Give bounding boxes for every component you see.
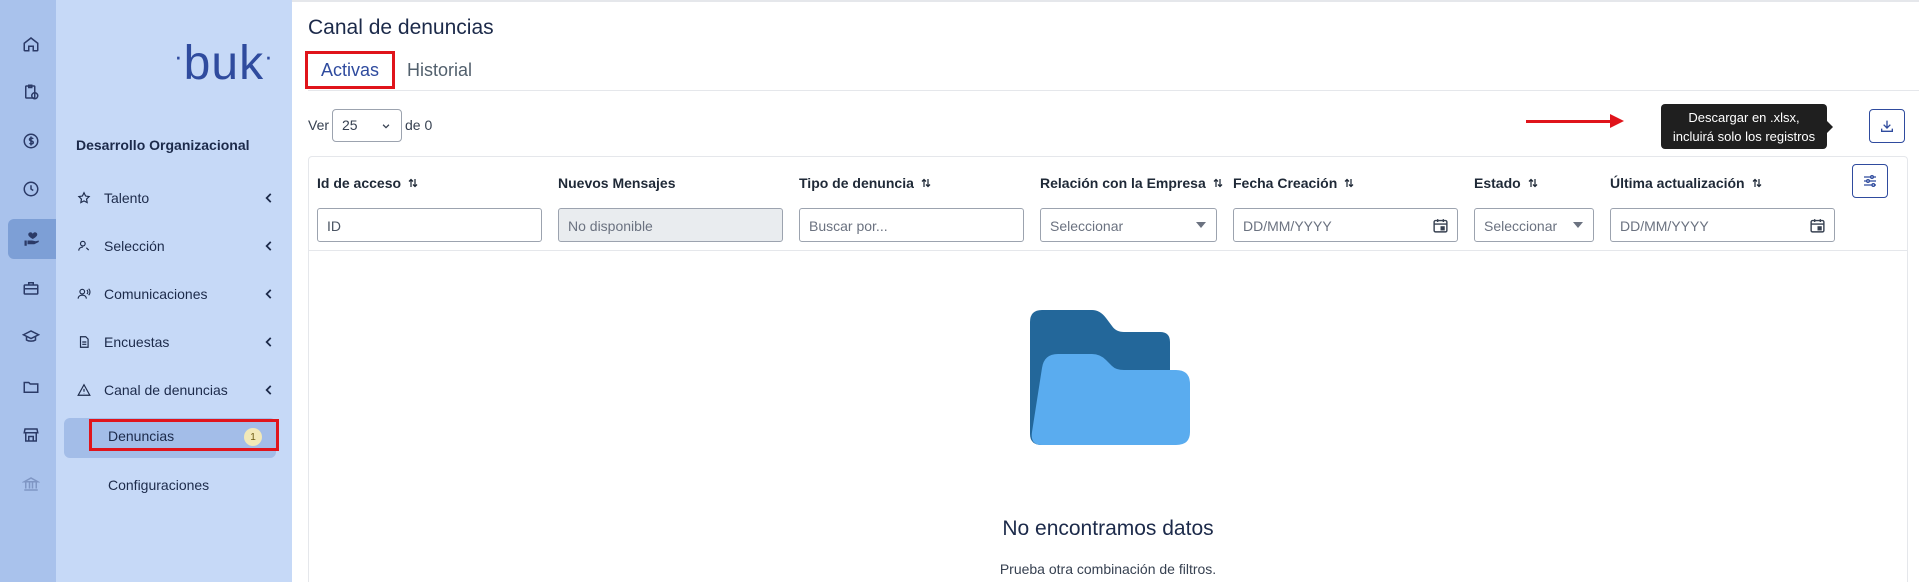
store-icon[interactable] [8, 415, 54, 455]
sidebar-item-label: Comunicaciones [104, 286, 208, 302]
annotation-arrow [1526, 120, 1618, 123]
sidebar-item-label: Selección [104, 238, 165, 254]
section-title: Desarrollo Organizacional [76, 137, 250, 153]
column-label: Última actualización [1610, 175, 1745, 191]
clipboard-clock-icon[interactable] [8, 72, 54, 112]
chevron-left-icon [265, 193, 272, 203]
top-divider [292, 0, 1919, 2]
column-header-id[interactable]: Id de acceso [317, 175, 419, 191]
ultima-actualizacion-filter[interactable]: DD/MM/YYYY [1610, 208, 1835, 242]
column-settings-button[interactable] [1852, 164, 1888, 198]
sliders-icon [1864, 175, 1876, 187]
highlight-box-activas [305, 51, 395, 89]
heart-hand-icon[interactable] [8, 219, 56, 259]
sidebar-item-comunicaciones[interactable]: Comunicaciones [76, 282, 276, 306]
sidebar: ·buk· Desarrollo Organizacional Talento … [56, 0, 292, 582]
header-divider [309, 250, 1907, 251]
fecha-creacion-filter[interactable]: DD/MM/YYYY [1233, 208, 1458, 242]
column-header-estado[interactable]: Estado [1474, 175, 1539, 191]
sidebar-item-label: Talento [104, 190, 150, 206]
calendar-icon[interactable] [1809, 217, 1826, 234]
caret-down-icon [1573, 222, 1583, 228]
column-header-ultima-actualizacion[interactable]: Última actualización [1610, 175, 1763, 191]
star-icon [76, 190, 92, 206]
sidebar-subitem-configuraciones[interactable]: Configuraciones [108, 477, 209, 493]
empty-state-title: No encontramos datos [1002, 517, 1214, 540]
app: ·buk· Desarrollo Organizacional Talento … [0, 0, 1919, 582]
sidebar-item-canal-de-denuncias[interactable]: Canal de denuncias [76, 378, 276, 402]
sort-icon [1213, 178, 1223, 188]
column-label: Estado [1474, 175, 1521, 191]
field-placeholder: DD/MM/YYYY [1620, 218, 1709, 234]
buk-logo[interactable]: ·buk· [174, 36, 274, 91]
clock-icon[interactable] [8, 169, 54, 209]
folder-icon[interactable] [8, 367, 54, 407]
empty-state-subtitle: Prueba otra combinación de filtros. [999, 561, 1217, 577]
column-label: Id de acceso [317, 175, 402, 191]
download-icon [1881, 120, 1893, 132]
sidebar-item-encuestas[interactable]: Encuestas [76, 330, 276, 354]
graduation-cap-icon[interactable] [8, 317, 54, 357]
chevron-left-icon [265, 337, 272, 347]
sort-icon [1752, 178, 1762, 188]
tipo-filter-input[interactable]: Buscar por... [799, 208, 1024, 242]
column-header-tipo[interactable]: Tipo de denuncia [799, 175, 932, 191]
sidebar-item-seleccion[interactable]: Selección [76, 234, 276, 258]
chevron-left-icon [265, 241, 272, 251]
column-label: Nuevos Mensajes [558, 175, 676, 191]
column-header-relacion[interactable]: Relación con la Empresa [1040, 175, 1224, 191]
sort-icon [1344, 178, 1354, 188]
tab-historial[interactable]: Historial [407, 60, 472, 81]
page-size-label: Ver [308, 117, 330, 133]
annotation-arrow-head [1610, 114, 1624, 128]
page-title: Canal de denuncias [308, 16, 494, 39]
column-header-fecha-creacion[interactable]: Fecha Creación [1233, 175, 1355, 191]
relacion-filter-select[interactable]: Seleccionar [1040, 208, 1217, 242]
tabs-divider [308, 90, 1919, 91]
toolbox-icon[interactable] [8, 268, 54, 308]
caret-down-icon [1196, 222, 1206, 228]
sidebar-item-talento[interactable]: Talento [76, 186, 276, 210]
column-header-nuevos-mensajes: Nuevos Mensajes [558, 175, 676, 191]
chevron-left-icon [265, 289, 272, 299]
field-placeholder: Seleccionar [1484, 218, 1558, 234]
page-size-value: 25 [342, 117, 358, 133]
column-label: Tipo de denuncia [799, 175, 914, 191]
id-filter-input[interactable]: ID [317, 208, 542, 242]
download-button[interactable] [1869, 109, 1905, 143]
field-placeholder: ID [327, 218, 341, 234]
field-placeholder: No disponible [568, 218, 653, 234]
highlight-box-denuncias [89, 419, 279, 451]
sidebar-item-label: Canal de denuncias [104, 382, 228, 398]
icon-rail [0, 0, 56, 582]
download-tooltip: Descargar en .xlsx, incluirá solo los re… [1661, 104, 1833, 163]
sort-icon [921, 178, 931, 188]
dollar-icon[interactable] [8, 121, 54, 161]
page-size-select[interactable]: 25 [332, 109, 402, 142]
field-placeholder: Seleccionar [1050, 218, 1124, 234]
warning-icon [76, 382, 92, 398]
calendar-icon[interactable] [1432, 217, 1449, 234]
megaphone-person-icon [76, 286, 92, 302]
home-icon[interactable] [8, 24, 54, 64]
sort-icon [408, 178, 418, 188]
estado-filter-select[interactable]: Seleccionar [1474, 208, 1594, 242]
column-label: Fecha Creación [1233, 175, 1338, 191]
field-placeholder: Buscar por... [809, 218, 888, 234]
chevron-down-icon [382, 124, 390, 129]
column-label: Relación con la Empresa [1040, 175, 1206, 191]
field-placeholder: DD/MM/YYYY [1243, 218, 1332, 234]
sidebar-item-label: Encuestas [104, 334, 170, 350]
empty-folder-icon [1030, 310, 1190, 445]
total-count-label: de 0 [405, 117, 433, 133]
nuevos-mensajes-filter: No disponible [558, 208, 783, 242]
person-search-icon [76, 238, 92, 254]
bank-icon[interactable] [8, 464, 54, 504]
document-icon [76, 334, 92, 350]
chevron-left-icon [265, 385, 272, 395]
sort-icon [1528, 178, 1538, 188]
